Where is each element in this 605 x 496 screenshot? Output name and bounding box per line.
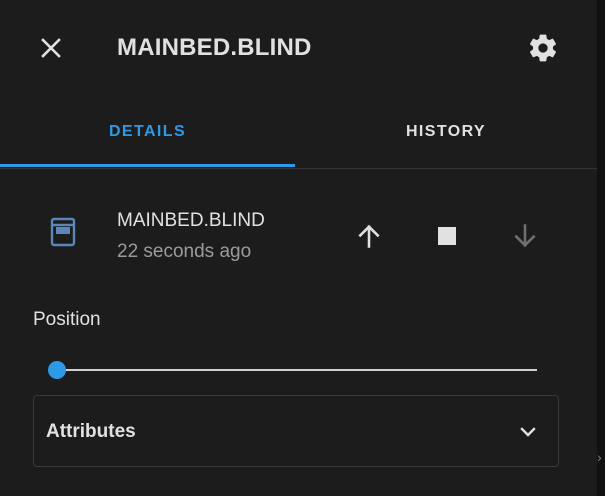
attributes-label: Attributes bbox=[46, 421, 136, 442]
chevron-down-icon bbox=[514, 418, 542, 446]
arrow-down-icon bbox=[514, 224, 536, 248]
slider-track bbox=[57, 369, 537, 371]
settings-button[interactable] bbox=[519, 24, 567, 72]
dialog-title: MAINBED.BLIND bbox=[117, 34, 312, 61]
close-dialog-button[interactable] bbox=[27, 24, 75, 72]
close-icon bbox=[41, 38, 61, 58]
active-tab-indicator bbox=[0, 164, 295, 167]
close-cover-button[interactable] bbox=[501, 212, 549, 260]
tab-details[interactable]: DETAILS bbox=[0, 96, 295, 168]
open-cover-button[interactable] bbox=[345, 212, 393, 260]
tab-history[interactable]: HISTORY bbox=[295, 96, 597, 168]
arrow-up-icon bbox=[358, 224, 380, 248]
position-slider[interactable] bbox=[47, 358, 539, 382]
attributes-expander[interactable]: Attributes bbox=[33, 395, 559, 467]
gear-icon bbox=[530, 34, 556, 62]
last-changed-time: 22 seconds ago bbox=[117, 241, 252, 262]
stop-cover-button[interactable] bbox=[423, 212, 471, 260]
slider-thumb[interactable] bbox=[48, 361, 66, 379]
entity-name: MAINBED.BLIND bbox=[117, 210, 265, 231]
window-shutter-icon bbox=[47, 215, 79, 249]
tab-bar: DETAILS HISTORY bbox=[0, 96, 597, 169]
stop-icon bbox=[438, 227, 456, 245]
more-info-dialog: MAINBED.BLIND DETAILS HISTORY MAINBED.BL… bbox=[0, 0, 597, 496]
position-label: Position bbox=[33, 309, 101, 330]
scroll-edge-glyph: › bbox=[597, 449, 602, 465]
